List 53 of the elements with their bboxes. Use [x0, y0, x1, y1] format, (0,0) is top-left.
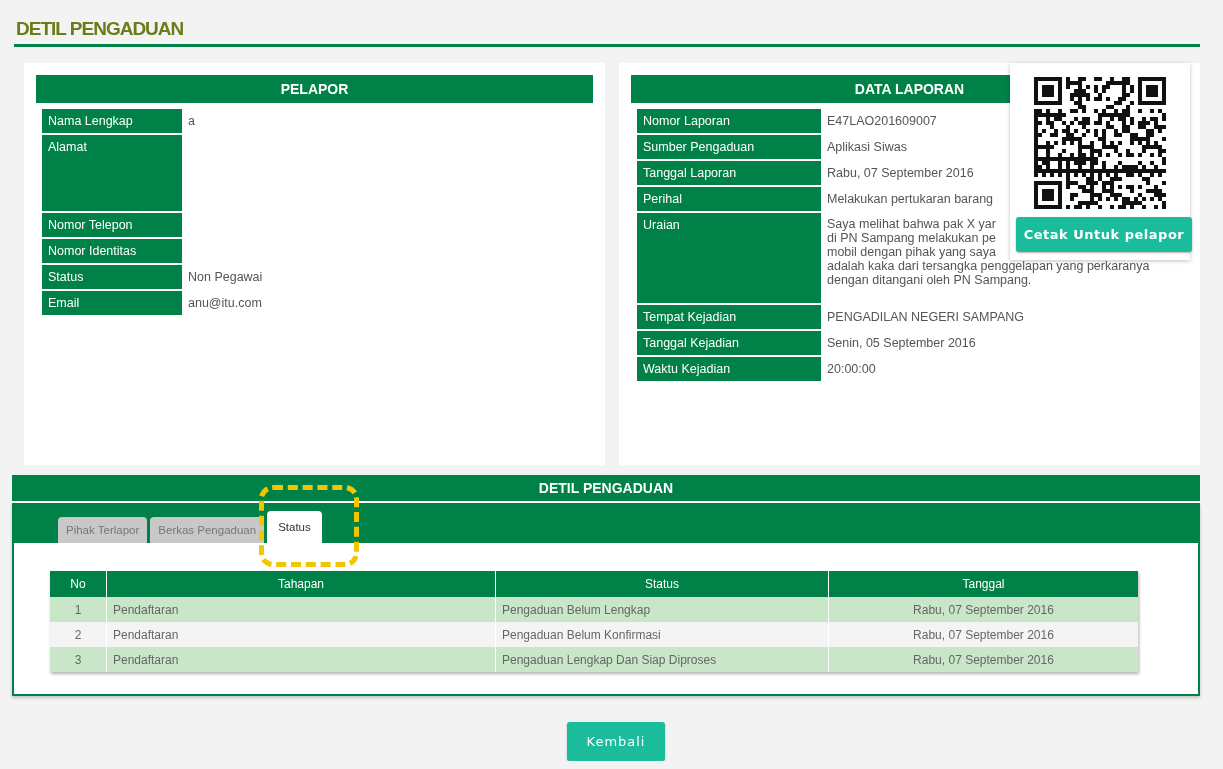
field-label: Perihal — [637, 187, 821, 211]
field-value: Rabu, 07 September 2016 — [826, 165, 975, 182]
field-label: Nama Lengkap — [42, 109, 182, 133]
table-cell: Rabu, 07 September 2016 — [828, 647, 1138, 672]
table-cell: Pengaduan Belum Lengkap — [495, 597, 829, 622]
field-label: Tanggal Laporan — [637, 161, 821, 185]
field-label: Uraian — [637, 213, 821, 303]
table-cell: 3 — [50, 647, 107, 672]
tab[interactable]: Berkas Pengaduan — [150, 517, 265, 543]
field-value: E47LAO201609007 — [826, 113, 938, 130]
table-cell: Pendaftaran — [106, 647, 496, 672]
field-value: anu@itu.com — [187, 295, 263, 312]
section-header: DETIL PENGADUAN — [12, 475, 1200, 503]
description-line: Saya melihat bahwa pak X yar — [827, 217, 996, 231]
table-cell: Pengaduan Lengkap Dan Siap Diproses — [495, 647, 829, 672]
page-title: DETIL PENGADUAN — [16, 18, 185, 41]
field-label: Nomor Identitas — [42, 239, 182, 263]
field-value: Melakukan pertukaran barang — [826, 191, 995, 208]
tab[interactable]: Pihak Terlapor — [58, 517, 148, 543]
table-cell: Rabu, 07 September 2016 — [828, 622, 1138, 647]
tab[interactable]: Status — [267, 511, 322, 543]
field-value: Aplikasi Siwas — [826, 139, 908, 156]
field-label: Status — [42, 265, 182, 289]
table-cell: Pendaftaran — [106, 597, 496, 622]
panel-header: PELAPOR — [36, 75, 593, 103]
description-line: mobil dengan pihak yang saya — [827, 245, 996, 259]
print-button[interactable]: Cetak Untuk pelapor — [1015, 217, 1193, 252]
column-header: No — [50, 571, 107, 597]
field-label: Email — [42, 291, 182, 315]
field-label: Alamat — [42, 135, 182, 211]
back-button[interactable]: Kembali — [566, 722, 666, 761]
field-value: 20:00:00 — [826, 361, 877, 378]
field-label: Tempat Kejadian — [637, 305, 821, 329]
description-line: adalah kaka dari tersangka penggelapan yang perkaranya — [827, 259, 1150, 273]
field-label: Nomor Telepon — [42, 213, 182, 237]
field-value: Senin, 05 September 2016 — [826, 335, 977, 352]
field-label: Tanggal Kejadian — [637, 331, 821, 355]
field-label: Waktu Kejadian — [637, 357, 821, 381]
table-cell: Rabu, 07 September 2016 — [828, 597, 1138, 622]
field-value: PENGADILAN NEGERI SAMPANG — [826, 309, 1026, 326]
field-value: Non Pegawai — [187, 269, 264, 286]
field-label: Sumber Pengaduan — [637, 135, 821, 159]
description-line: dengan ditangani oleh PN Sampang. — [827, 273, 1032, 287]
description-line: di PN Sampang melakukan pe — [827, 231, 996, 245]
table-cell: 1 — [50, 597, 107, 622]
table-cell: 2 — [50, 622, 107, 647]
column-header: Tanggal — [828, 571, 1138, 597]
field-label: Nomor Laporan — [637, 109, 821, 133]
field-value: a — [187, 113, 196, 130]
table-cell: Pendaftaran — [106, 622, 496, 647]
column-header: Status — [495, 571, 829, 597]
table-cell: Pengaduan Belum Konfirmasi — [495, 622, 829, 647]
column-header: Tahapan — [106, 571, 496, 597]
